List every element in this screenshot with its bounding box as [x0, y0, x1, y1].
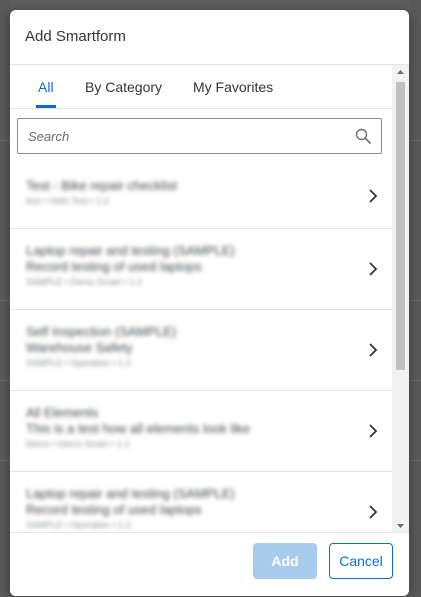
search-input[interactable]	[18, 119, 358, 153]
scroll-up-arrow-icon[interactable]	[392, 65, 409, 79]
list-item-meta: SAMPLE • Operation • 1.2	[26, 358, 131, 368]
list-item-text: Laptop repair and testing (SAMPLE) Recor…	[26, 243, 235, 289]
chevron-right-icon[interactable]	[368, 188, 378, 204]
list-item-meta: test • Hello Test • 1.2	[26, 196, 109, 206]
search-icon[interactable]	[355, 128, 371, 144]
list-item-title: Test - Bike repair checklist	[26, 178, 177, 193]
tab-by-category[interactable]: By Category	[85, 65, 162, 108]
list-item-title: Laptop repair and testing (SAMPLE)	[26, 243, 235, 258]
tab-bar: All By Category My Favorites	[10, 65, 392, 109]
list-item[interactable]: Self Inspection (SAMPLE) Warehouse Safet…	[10, 310, 392, 391]
list-item-text: Test - Bike repair checklist test • Hell…	[26, 178, 177, 208]
list-item-meta: SAMPLE • Demo Smart • 1.2	[26, 277, 142, 287]
chevron-right-icon[interactable]	[368, 423, 378, 439]
tab-all[interactable]: All	[36, 65, 56, 108]
list-item-title: Self Inspection (SAMPLE)	[26, 324, 177, 339]
list-item-subtitle: Record testing of used laptops	[26, 502, 202, 517]
dialog-footer: Add Cancel	[10, 532, 409, 596]
list-item[interactable]: Test - Bike repair checklist test • Hell…	[10, 164, 392, 229]
list-item[interactable]: Laptop repair and testing (SAMPLE) Recor…	[10, 472, 392, 533]
background-right-edge	[411, 0, 421, 597]
list-item-subtitle: Record testing of used laptops	[26, 259, 202, 274]
search-field[interactable]	[17, 118, 382, 154]
chevron-right-icon[interactable]	[368, 261, 378, 277]
vertical-scrollbar[interactable]	[392, 65, 409, 533]
list-item-text: Self Inspection (SAMPLE) Warehouse Safet…	[26, 324, 176, 370]
list-item-title: All Elements	[26, 405, 99, 420]
scroll-down-arrow-icon[interactable]	[392, 519, 409, 533]
chevron-right-icon[interactable]	[368, 504, 378, 520]
list-item-text: Laptop repair and testing (SAMPLE) Recor…	[26, 486, 235, 532]
scrollbar-thumb[interactable]	[396, 82, 405, 370]
list-item-subtitle: Warehouse Safety	[26, 340, 133, 355]
smartform-list: Test - Bike repair checklist test • Hell…	[10, 164, 392, 533]
list-item[interactable]: All Elements This is a test how all elem…	[10, 391, 392, 472]
list-item-subtitle: This is a test how all elements look lik…	[26, 421, 250, 436]
tab-my-favorites[interactable]: My Favorites	[193, 65, 273, 108]
list-item-meta: SAMPLE • Operation • 1.2	[26, 520, 131, 530]
chevron-right-icon[interactable]	[368, 342, 378, 358]
background-left-edge	[0, 0, 10, 597]
list-item-meta: Demo • Demo Smart • 1.2	[26, 439, 130, 449]
list-item-title: Laptop repair and testing (SAMPLE)	[26, 486, 235, 501]
add-smartform-dialog: Add Smartform All By Category My Favorit…	[10, 10, 409, 596]
list-item[interactable]: Laptop repair and testing (SAMPLE) Recor…	[10, 229, 392, 310]
add-button[interactable]: Add	[253, 543, 317, 579]
dialog-header: Add Smartform	[10, 10, 409, 65]
dialog-content: All By Category My Favorites Test - Bike…	[10, 65, 409, 533]
cancel-button[interactable]: Cancel	[329, 543, 393, 579]
list-item-text: All Elements This is a test how all elem…	[26, 405, 250, 451]
dialog-title: Add Smartform	[25, 28, 126, 45]
